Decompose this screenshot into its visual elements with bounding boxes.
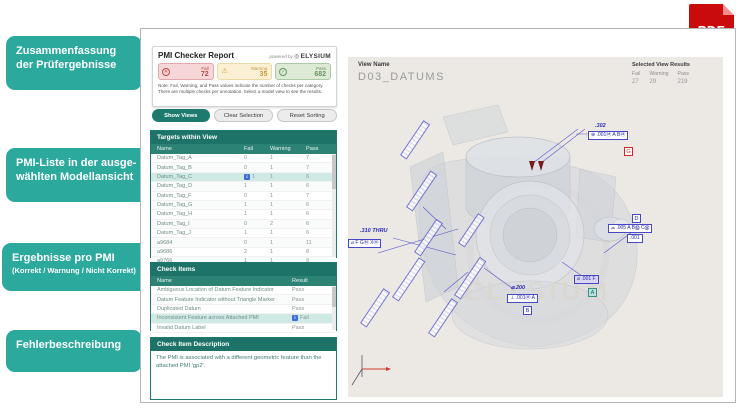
axis-triad [352,355,391,385]
callout-pmi-list: PMI-Liste in der ausge- wählten Modellan… [6,148,148,202]
pmi-fcf-position[interactable]: ⊕ .001Ⓜ A BⓂ [588,131,628,140]
targets-panel-title: Targets within View [151,131,336,144]
fail-circle-icon: ✕ [162,68,170,76]
slide: Zusammenfassung der Prüfergebnisse PMI-L… [0,0,746,415]
col-name[interactable]: Name [157,146,244,152]
summary-stats: ✕ Fail 72 ⚠ Warning 35 ✓ Pass 682 [158,63,331,80]
check-item-row[interactable]: Ambiguous Location of Datum Feature Indi… [151,286,336,295]
table-row[interactable]: Datum_Tag_H 1 1 6 [151,210,336,219]
col-pass[interactable]: Pass [306,146,332,152]
datum-flag-a-selected[interactable]: A [588,288,597,297]
stat-pass: ✓ Pass 682 [275,63,331,80]
table-row[interactable]: a9686 2 1 8 [151,248,336,257]
view-name-label: View Name [358,62,390,68]
stat-fail: ✕ Fail 72 [158,63,214,80]
reset-sorting-button[interactable]: Reset Sorting [277,109,337,122]
pmi-dimension-310-thru[interactable]: .310 THRU [360,228,388,234]
report-note: Note: Fail, Warning, and Pass values ind… [158,83,331,96]
table-row[interactable]: Datum_Tag_J 1 1 6 [151,229,336,238]
model-viewer[interactable]: ELYSIUM [348,57,723,397]
brand-name: ELYSIUM [301,53,331,60]
check-item-row[interactable]: Invalid Datum Label Pass [151,324,336,333]
pmi-fcf-001[interactable]: .001 [627,234,643,243]
callout-results-per-pmi-text: Ergebnisse pro PMI [12,251,138,265]
table-row[interactable]: Datum_Tag_D 1 1 6 [151,182,336,191]
report-title: PMI Checker Report [158,51,234,60]
check-items-scrollbar[interactable] [332,286,336,330]
callout-summary: Zusammenfassung der Prüfergebnisse [6,36,142,90]
report-summary-card: PMI Checker Report powered by ◎ ELYSIUM … [152,46,337,107]
check-items-column-headers: Name Result [151,276,336,286]
targets-column-headers: Name Fail Warning Pass [151,144,336,154]
warning-triangle-icon: ⚠ [221,68,229,76]
description-text: The PMI is associated with a different g… [151,351,336,401]
datum-flag-b[interactable]: B [523,306,532,315]
col-check-result[interactable]: Result [292,278,332,284]
cad-model-graphic: ELYSIUM [348,57,723,397]
col-check-name[interactable]: Name [157,278,292,284]
callout-results-per-pmi-subtext: (Korrekt / Warnung / Nicht Korrekt) [12,266,138,276]
info-badge-icon[interactable]: i [292,315,298,321]
check-item-row-selected[interactable]: Inconsistent Feature across Attached PMI… [151,314,336,323]
table-row[interactable]: Datum_Tag_G 1 1 6 [151,201,336,210]
stat-fail-value: 72 [173,71,209,78]
selected-view-results: Fail27 Warning29 Pass219 [632,71,698,85]
col-fail[interactable]: Fail [244,146,270,152]
check-items-title: Check Items [151,263,336,276]
pmi-fcf-perpendicularity[interactable]: ⊥ .001Ⓜ A [507,294,538,303]
table-row[interactable]: Datum_Tag_A 0 1 7 [151,154,336,163]
table-row[interactable]: Datum_Tag_F 0 1 7 [151,192,336,201]
pmi-dimension-302[interactable]: .302 [595,123,606,129]
info-badge-icon[interactable]: i [244,174,250,180]
pmi-fcf-thru-datums[interactable]: ⌀ F GⓂ XⓂ [348,239,381,248]
callout-summary-text: Zusammenfassung der Prüfergebnisse [16,44,132,73]
elysium-logo-icon: ◎ [294,54,299,60]
callout-results-per-pmi: Ergebnisse pro PMI (Korrekt / Warnung / … [2,243,148,291]
table-row[interactable]: Datum_Tag_I 0 2 6 [151,220,336,229]
table-row[interactable]: Datum_Tag_B 0 1 7 [151,163,336,172]
show-views-button[interactable]: Show Views [152,109,210,122]
check-items-panel: Check Items Name Result Ambiguous Locati… [150,262,337,331]
table-row-selected[interactable]: Datum_Tag_C i1 1 6 [151,173,336,182]
check-item-row[interactable]: Datum Feature Indicator without Triangle… [151,295,336,304]
targets-scrollbar[interactable] [332,154,336,257]
powered-by-label: powered by [270,54,293,59]
stat-warning: ⚠ Warning 35 [217,63,273,80]
targets-panel: Targets within View Name Fail Warning Pa… [150,130,337,258]
clear-selection-button[interactable]: Clear Selection [214,109,274,122]
stat-pass-value: 682 [290,71,326,78]
table-row[interactable]: a9684 0 1 11 [151,238,336,247]
pass-circle-icon: ✓ [279,68,287,76]
description-panel: Check Item Description The PMI is associ… [150,337,337,400]
pmi-fcf-dia-001-f[interactable]: ⌀ .001 F [574,275,599,284]
callout-error-description-text: Fehlerbeschreibung [16,338,132,352]
pmi-fcf-profile[interactable]: ⌓ .005 A BⓂ CⓂ [608,224,652,233]
toolbar: Show Views Clear Selection Reset Sorting [152,109,337,122]
description-title: Check Item Description [151,338,336,351]
datum-flag-d[interactable]: D [632,214,641,223]
pmi-dimension-dia-200[interactable]: ⌀.200 [511,285,525,291]
selected-view-results-label: Selected View Results [632,62,690,68]
callout-pmi-list-text: PMI-Liste in der ausge- wählten Modellan… [16,156,138,185]
stat-warning-value: 35 [232,71,268,78]
col-warning[interactable]: Warning [270,146,306,152]
datum-flag-g[interactable]: G [624,147,633,156]
view-name-value: D03_DATUMS [358,71,445,83]
check-item-row[interactable]: Duplicated Datum Pass [151,305,336,314]
callout-error-description: Fehlerbeschreibung [6,330,142,372]
